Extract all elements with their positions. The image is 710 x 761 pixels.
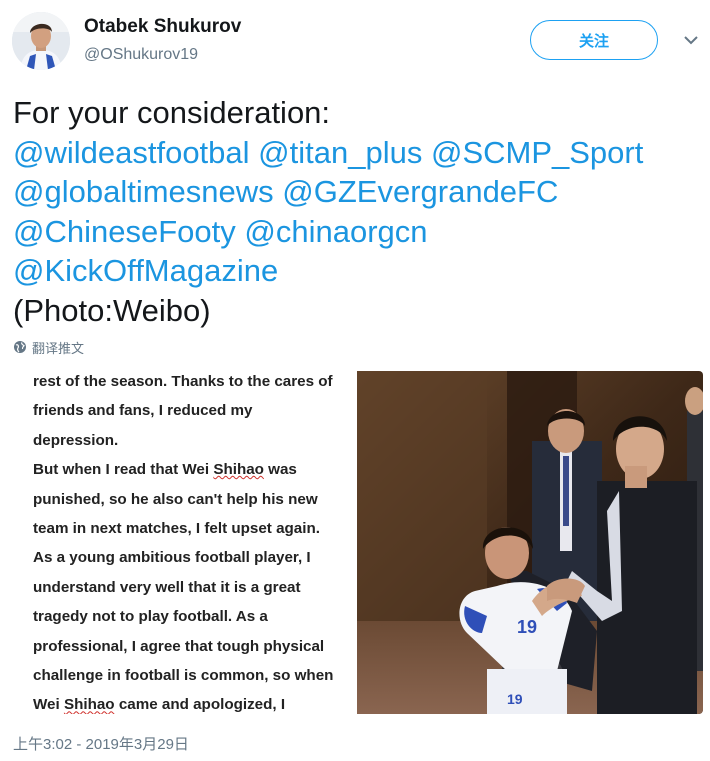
mention-link[interactable]: @GZEvergrandeFC [282,174,558,209]
article-line: challenge in football is common, so when [33,667,334,685]
article-line: tragedy not to play football. As a [33,608,268,626]
mention-link[interactable]: @titan_plus [258,135,422,170]
article-line: team in next matches, I felt upset again… [33,520,320,538]
mention-link[interactable]: @globaltimesnews [13,174,274,209]
mention-line: @ChineseFooty @chinaorgcn [13,212,703,252]
spellcheck-word: Shihao [213,461,264,479]
mention-link[interactable]: @chinaorgcn [244,214,427,249]
photo-credit: (Photo:Weibo) [13,292,211,328]
tweet-intro: For your consideration: [13,95,331,130]
article-line: depression. [33,431,119,449]
mention-link[interactable]: @KickOffMagazine [13,253,278,288]
spellcheck-word: Shihao [63,696,115,714]
shorts-number: 19 [507,691,523,707]
mention-line: @wildeastfootbal @titan_plus @SCMP_Sport [13,133,703,173]
translate-label: 翻译推文 [32,340,85,356]
article-line: understand very well that it is a great [33,578,301,596]
tweet-text: For your consideration: @wildeastfootbal… [13,93,703,330]
globe-icon [14,341,26,353]
article-line: professional, I agree that tough physica… [33,637,325,655]
media-photo[interactable]: 19 19 [357,371,703,714]
avatar-photo [12,12,70,70]
article-line: punished, so he also can't help his new [33,490,318,508]
photo-illustration: 19 19 [357,371,703,714]
article-line: friends and fans, I reduced my [33,402,253,420]
mention-link[interactable]: @ChineseFooty [13,214,236,249]
chevron-down-icon[interactable] [683,34,699,46]
mention-line: @KickOffMagazine [13,251,703,291]
article-screenshot: rest of the season. Thanks to the cares … [33,367,358,714]
tweet-media[interactable]: rest of the season. Thanks to the cares … [13,367,703,714]
display-name[interactable]: Otabek Shukurov [84,16,241,38]
article-line: But when I read that Wei Shihao was [33,461,297,479]
article-line: As a young ambitious football player, I [33,549,311,567]
tweet-timestamp[interactable]: 上午3:02 - 2019年3月29日 [13,733,189,754]
user-handle[interactable]: @OShukurov19 [84,46,198,64]
mention-link[interactable]: @wildeastfootbal [13,135,250,170]
article-line: Wei Shihao came and apologized, I [33,696,286,714]
article-line: rest of the season. Thanks to the cares … [33,373,333,390]
jersey-number: 19 [517,617,537,637]
follow-button[interactable]: 关注 [530,20,658,60]
mention-link[interactable]: @SCMP_Sport [431,135,643,170]
mention-line: @globaltimesnews @GZEvergrandeFC [13,172,703,212]
translate-tweet-link[interactable]: 翻译推文 [13,338,84,356]
avatar[interactable] [12,12,70,70]
